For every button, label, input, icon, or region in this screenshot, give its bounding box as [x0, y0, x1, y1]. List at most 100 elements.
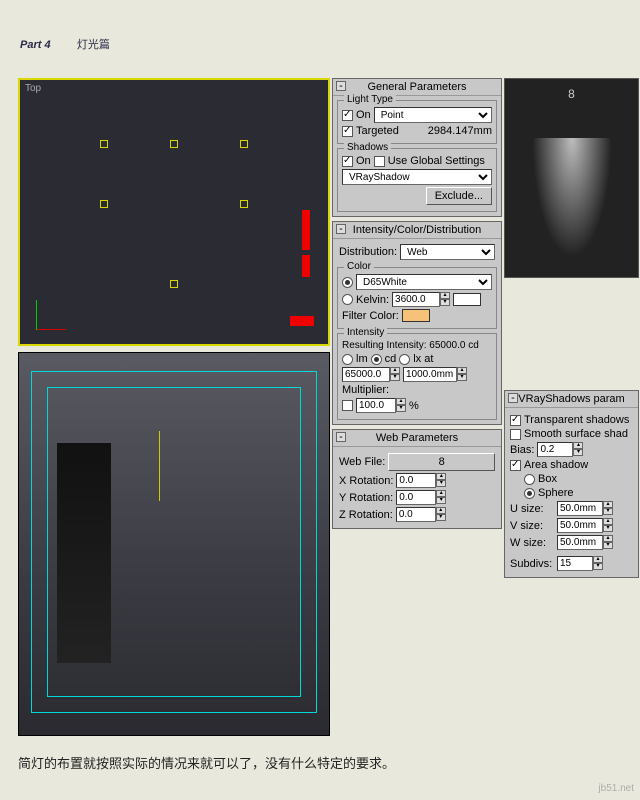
spin-up-icon[interactable]: ▴ [436, 507, 446, 514]
wsize-label: W size: [510, 537, 554, 549]
usize-label: U size: [510, 503, 554, 515]
spin-down-icon[interactable]: ▾ [396, 405, 406, 412]
perspective-scene [19, 353, 329, 735]
rollout-header[interactable]: - VRayShadows param [505, 391, 638, 408]
spin-up-icon[interactable]: ▴ [436, 473, 446, 480]
cd-radio[interactable] [371, 354, 382, 365]
wsize-spinner[interactable]: ▴▾ [557, 535, 613, 550]
web-file-button[interactable]: 8 [388, 453, 495, 471]
collapse-icon[interactable]: - [336, 224, 346, 234]
transparent-label: Transparent shadows [524, 414, 629, 426]
light-marker[interactable] [170, 140, 178, 148]
at-input[interactable] [403, 367, 457, 382]
filter-color-swatch[interactable] [402, 309, 430, 322]
subdivs-spinner[interactable]: ▴▾ [557, 556, 603, 571]
spin-up-icon[interactable]: ▴ [593, 556, 603, 563]
wsize-input[interactable] [557, 535, 603, 550]
color-preset-select[interactable]: D65White [356, 274, 492, 290]
spin-up-icon[interactable]: ▴ [457, 367, 467, 374]
spin-up-icon[interactable]: ▴ [436, 490, 446, 497]
light-marker[interactable] [240, 200, 248, 208]
preset-radio[interactable] [342, 277, 353, 288]
intensity-input[interactable] [342, 367, 390, 382]
vsize-input[interactable] [557, 518, 603, 533]
bias-spinner[interactable]: ▴▾ [537, 442, 583, 457]
usize-spinner[interactable]: ▴▾ [557, 501, 613, 516]
targeted-checkbox[interactable] [342, 126, 353, 137]
vsize-spinner[interactable]: ▴▾ [557, 518, 613, 533]
spin-down-icon[interactable]: ▾ [457, 374, 467, 381]
subdivs-input[interactable] [557, 556, 593, 571]
spin-down-icon[interactable]: ▾ [603, 525, 613, 532]
spin-up-icon[interactable]: ▴ [573, 442, 583, 449]
group-intensity: Intensity Resulting Intensity: 65000.0 c… [337, 333, 497, 420]
spin-up-icon[interactable]: ▴ [396, 398, 406, 405]
spin-up-icon[interactable]: ▴ [440, 292, 450, 299]
use-global-checkbox[interactable] [374, 156, 385, 167]
collapse-icon[interactable]: - [336, 432, 346, 442]
web-file-label: Web File: [339, 456, 385, 468]
group-label: Shadows [344, 142, 391, 153]
spin-down-icon[interactable]: ▾ [573, 449, 583, 456]
spin-up-icon[interactable]: ▴ [390, 367, 400, 374]
transparent-checkbox[interactable] [510, 415, 521, 426]
yrot-spinner[interactable]: ▴▾ [396, 490, 446, 505]
viewport-top[interactable]: Top [18, 78, 330, 346]
lxat-radio[interactable] [399, 354, 410, 365]
percent-label: % [409, 400, 419, 412]
zrot-input[interactable] [396, 507, 436, 522]
light-marker[interactable] [170, 280, 178, 288]
lm-radio[interactable] [342, 354, 353, 365]
rollout-general: - General Parameters Light Type On Point… [332, 78, 502, 217]
part-label: Part 4 [20, 39, 51, 51]
yrot-input[interactable] [396, 490, 436, 505]
rollout-header[interactable]: - Intensity/Color/Distribution [333, 222, 501, 239]
collapse-icon[interactable]: - [336, 81, 346, 91]
spin-up-icon[interactable]: ▴ [603, 501, 613, 508]
bias-input[interactable] [537, 442, 573, 457]
spin-down-icon[interactable]: ▾ [436, 514, 446, 521]
smooth-checkbox[interactable] [510, 429, 521, 440]
light-type-select[interactable]: Point [374, 107, 492, 123]
intensity-spinner[interactable]: ▴▾ [342, 367, 400, 382]
zrot-spinner[interactable]: ▴▾ [396, 507, 446, 522]
group-label: Light Type [344, 94, 396, 105]
multiplier-input[interactable] [356, 398, 396, 413]
spin-down-icon[interactable]: ▾ [603, 542, 613, 549]
spin-down-icon[interactable]: ▾ [603, 508, 613, 515]
distribution-select[interactable]: Web [400, 244, 495, 260]
exclude-button[interactable]: Exclude... [426, 187, 492, 205]
sphere-radio[interactable] [524, 488, 535, 499]
kelvin-swatch[interactable] [453, 293, 481, 306]
on-checkbox[interactable] [342, 110, 353, 121]
kelvin-label: Kelvin: [356, 294, 389, 306]
spin-down-icon[interactable]: ▾ [436, 480, 446, 487]
area-shadow-checkbox[interactable] [510, 460, 521, 471]
spin-down-icon[interactable]: ▾ [436, 497, 446, 504]
spin-down-icon[interactable]: ▾ [440, 299, 450, 306]
axis-gizmo [36, 294, 72, 330]
spin-up-icon[interactable]: ▴ [603, 518, 613, 525]
shadow-type-select[interactable]: VRayShadow [342, 169, 492, 185]
xrot-spinner[interactable]: ▴▾ [396, 473, 446, 488]
at-spinner[interactable]: ▴▾ [403, 367, 467, 382]
spin-down-icon[interactable]: ▾ [593, 563, 603, 570]
usize-input[interactable] [557, 501, 603, 516]
light-marker[interactable] [240, 140, 248, 148]
kelvin-input[interactable] [392, 292, 440, 307]
light-marker[interactable] [100, 200, 108, 208]
multiplier-spinner[interactable]: ▴▾ [356, 398, 406, 413]
shadows-on-checkbox[interactable] [342, 156, 353, 167]
kelvin-radio[interactable] [342, 294, 353, 305]
multiplier-checkbox[interactable] [342, 400, 353, 411]
spin-down-icon[interactable]: ▾ [390, 374, 400, 381]
viewport-perspective[interactable] [18, 352, 330, 736]
collapse-icon[interactable]: - [508, 393, 518, 403]
rollout-header[interactable]: - Web Parameters [333, 430, 501, 447]
light-marker[interactable] [100, 140, 108, 148]
xrot-input[interactable] [396, 473, 436, 488]
box-radio[interactable] [524, 474, 535, 485]
page-title: Part 4 灯光篇 [20, 22, 110, 56]
spin-up-icon[interactable]: ▴ [603, 535, 613, 542]
kelvin-spinner[interactable]: ▴▾ [392, 292, 450, 307]
